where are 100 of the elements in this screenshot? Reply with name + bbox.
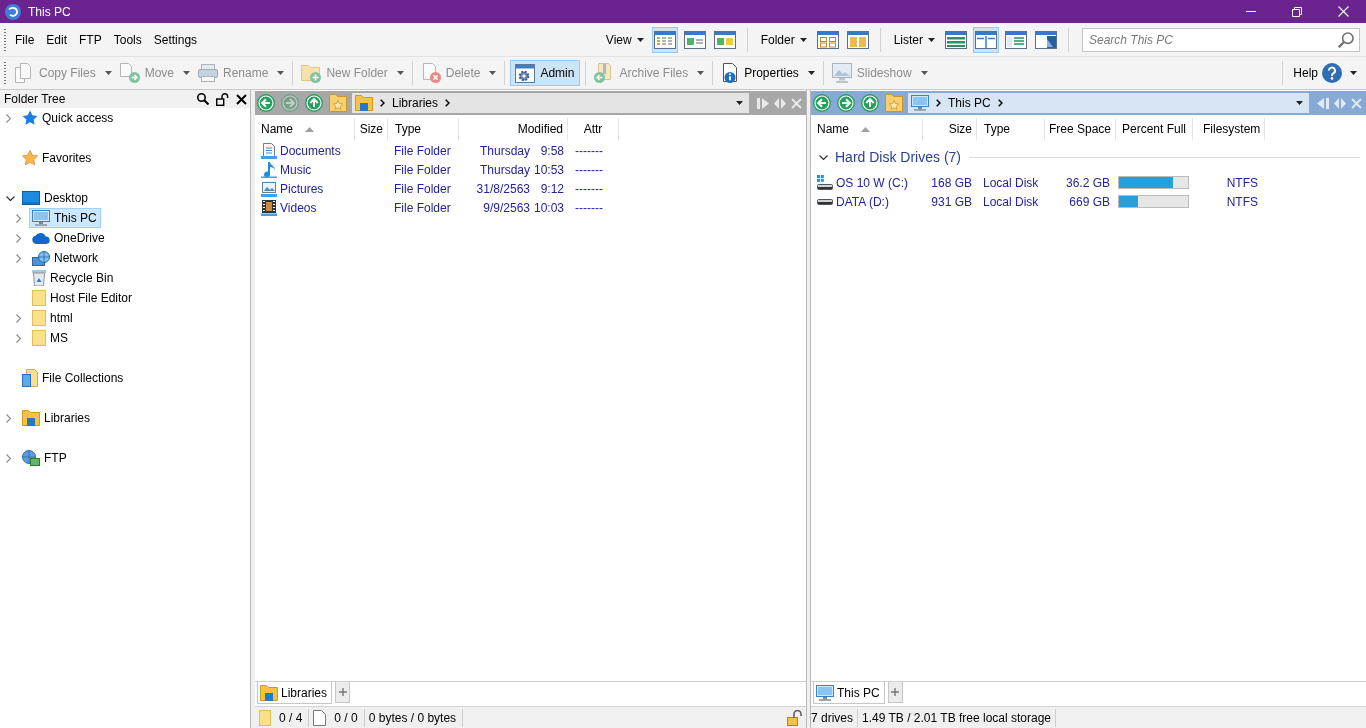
chevron-right-icon[interactable] xyxy=(6,413,11,423)
status-text: 0 bytes / 0 bytes xyxy=(368,710,457,725)
window-layout-icon xyxy=(713,30,736,49)
item-name[interactable]: Documents xyxy=(280,143,341,158)
item-name[interactable]: DATA (D:) xyxy=(836,194,889,209)
chevron-right-icon[interactable] xyxy=(16,313,21,323)
menu-dropdown-button[interactable]: Lister xyxy=(889,28,939,51)
breadcrumb-field[interactable]: This PC xyxy=(908,93,1309,113)
chevron-right-icon[interactable] xyxy=(16,213,21,223)
tree-item[interactable]: Quick access xyxy=(19,108,118,128)
column-header[interactable]: Size xyxy=(923,118,977,140)
item-name[interactable]: Videos xyxy=(280,200,317,215)
new-tab-button[interactable] xyxy=(335,682,351,703)
menu-item[interactable]: File xyxy=(9,29,41,50)
copy-icon xyxy=(14,63,34,83)
caret-icon[interactable] xyxy=(736,101,743,105)
tree-item[interactable]: OneDrive xyxy=(29,228,109,248)
breadcrumb-field[interactable]: Libraries xyxy=(352,93,749,113)
filesystem-name: NTFS xyxy=(1226,175,1258,190)
column-header[interactable]: Type xyxy=(388,118,459,140)
tree-item[interactable]: Favorites xyxy=(19,148,96,168)
item-size: 168 GB xyxy=(931,175,972,190)
chevron-right-icon[interactable] xyxy=(16,253,21,263)
up-arrow-icon[interactable] xyxy=(861,94,879,112)
tree-item[interactable]: MS xyxy=(29,328,72,348)
caret-icon xyxy=(636,37,644,42)
pages-arrow-icon xyxy=(119,63,140,83)
toolbar-button[interactable]: Admin xyxy=(510,60,581,86)
back-arrow-icon[interactable] xyxy=(813,94,831,112)
item-name[interactable]: Music xyxy=(280,162,312,177)
tree-item[interactable]: Recycle Bin xyxy=(29,268,118,288)
globe-monitor-icon xyxy=(22,450,40,466)
padlock-icon[interactable] xyxy=(216,92,229,106)
breadcrumb-segment[interactable]: This PC xyxy=(948,96,991,110)
tree-item[interactable]: html xyxy=(29,308,77,328)
breadcrumb-segment[interactable]: Libraries xyxy=(392,96,439,110)
tree-item[interactable]: Libraries xyxy=(19,408,95,428)
double-arrow-icon[interactable] xyxy=(1334,97,1346,109)
plus-icon xyxy=(891,688,900,696)
search-icon[interactable] xyxy=(197,93,209,105)
column-header[interactable]: Name xyxy=(257,118,355,140)
chevron-right-icon[interactable] xyxy=(16,333,21,343)
menu-dropdown-button[interactable]: Folder xyxy=(756,28,811,51)
chevron-right-icon[interactable] xyxy=(16,233,21,243)
menu-dropdown-button[interactable]: View xyxy=(601,28,648,51)
view-mode-button[interactable] xyxy=(651,26,678,53)
up-arrow-icon[interactable] xyxy=(305,94,323,112)
menu-item[interactable]: Settings xyxy=(147,29,204,50)
column-header[interactable]: Modified xyxy=(459,118,568,140)
lister-tab[interactable]: Libraries xyxy=(257,682,333,704)
status-text: 7 drives xyxy=(811,710,854,725)
view-mode-button[interactable] xyxy=(973,26,999,53)
help-button[interactable]: Help xyxy=(1288,61,1360,85)
menu-item[interactable]: Edit xyxy=(40,29,74,50)
group-header[interactable]: Hard Disk Drives (7) xyxy=(835,149,961,165)
panel-arrow-icon[interactable] xyxy=(1317,97,1329,109)
star-folder-icon[interactable] xyxy=(329,94,347,112)
page-delete-icon xyxy=(420,63,441,83)
tree-item[interactable]: Desktop xyxy=(19,188,93,208)
lister-tab[interactable]: This PC xyxy=(813,682,885,704)
tree-item[interactable]: Network xyxy=(29,248,102,268)
window-layout-icon xyxy=(945,30,967,49)
column-header[interactable]: Type xyxy=(977,118,1045,140)
search-field[interactable]: Search This PC xyxy=(1082,27,1360,52)
menu-item[interactable]: FTP xyxy=(73,29,108,50)
back-arrow-icon[interactable] xyxy=(257,94,275,112)
column-header[interactable]: Size xyxy=(355,118,388,140)
window-layout-icon xyxy=(846,30,869,49)
star-folder-icon[interactable] xyxy=(885,94,903,112)
chevron-down-icon[interactable] xyxy=(6,195,15,201)
library-folder-icon xyxy=(355,95,373,111)
caret-icon[interactable] xyxy=(1296,101,1303,105)
close-icon[interactable] xyxy=(236,93,247,105)
item-name[interactable]: OS 10 W (C:) xyxy=(836,175,908,190)
column-header[interactable]: Name xyxy=(813,118,923,140)
double-arrow-icon[interactable] xyxy=(774,97,786,109)
column-header[interactable]: Percent Full xyxy=(1116,118,1193,140)
panel-arrow-icon[interactable] xyxy=(757,97,769,109)
restore-icon[interactable] xyxy=(1292,6,1302,17)
column-header[interactable]: Attr xyxy=(568,118,619,140)
logo-icon xyxy=(5,3,21,20)
tree-item[interactable]: Host File Editor xyxy=(29,288,137,308)
chevron-down-icon[interactable] xyxy=(819,154,828,160)
toolbar-button[interactable]: Properties xyxy=(718,60,818,86)
free-space: 669 GB xyxy=(1069,194,1110,209)
forward-arrow-icon[interactable] xyxy=(837,94,855,112)
modified-time: 10:53 xyxy=(532,162,564,177)
new-tab-button[interactable] xyxy=(887,682,903,703)
item-name[interactable]: Pictures xyxy=(280,181,324,196)
tree-item[interactable]: FTP xyxy=(19,448,71,468)
item-attributes: ------- xyxy=(575,143,603,158)
menu-item[interactable]: Tools xyxy=(107,29,148,50)
chevron-right-icon[interactable] xyxy=(6,453,11,463)
modified-time: 9:58 xyxy=(539,143,564,158)
tree-item[interactable]: This PC xyxy=(29,208,101,228)
chevron-right-icon[interactable] xyxy=(6,113,11,123)
tree-item[interactable]: File Collections xyxy=(19,368,128,388)
modified-date: 31/8/2563 xyxy=(476,181,530,196)
column-header[interactable]: Filesystem xyxy=(1193,118,1265,140)
column-header[interactable]: Free Space xyxy=(1045,118,1116,140)
